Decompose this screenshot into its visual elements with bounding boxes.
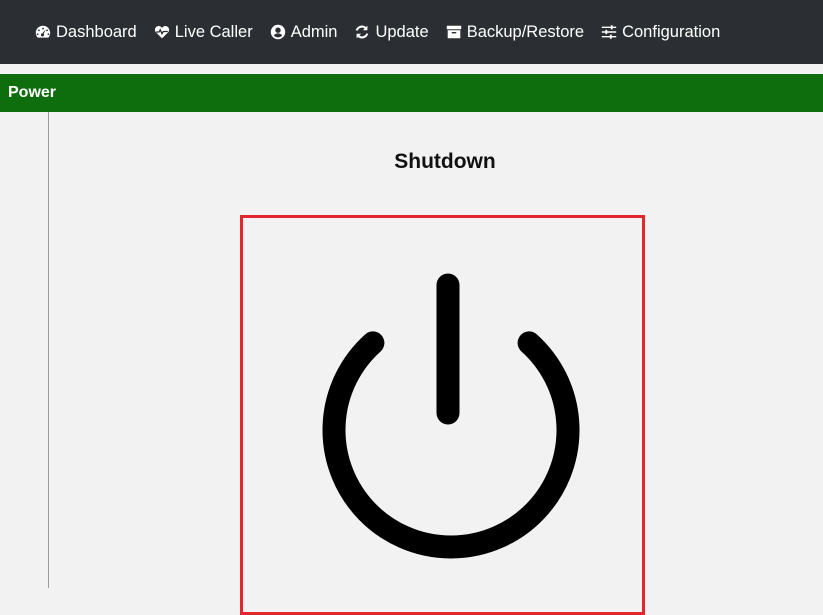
nav-dashboard-label: Dashboard bbox=[56, 22, 137, 41]
nav-admin-label: Admin bbox=[290, 22, 338, 41]
nav-configuration-label: Configuration bbox=[622, 22, 721, 41]
nav-update-label: Update bbox=[375, 22, 429, 41]
refresh-icon bbox=[356, 25, 369, 39]
panel-body: Shutdown bbox=[0, 112, 823, 615]
vertical-divider bbox=[48, 112, 49, 588]
navbar-spacer bbox=[0, 64, 823, 74]
panel-title: Power bbox=[8, 84, 57, 101]
top-navbar: Dashboard Live Caller Admin Update Backu… bbox=[0, 0, 823, 64]
nav-backup-restore[interactable]: Backup/Restore bbox=[445, 23, 584, 42]
nav-live-caller-label: Live Caller bbox=[174, 22, 253, 41]
nav-update[interactable]: Update bbox=[353, 22, 429, 42]
user-circle-icon bbox=[270, 24, 285, 40]
nav-admin[interactable]: Admin bbox=[269, 22, 338, 42]
power-icon bbox=[322, 273, 580, 559]
nav-configuration[interactable]: Configuration bbox=[600, 23, 720, 42]
panel-header: Power bbox=[0, 74, 823, 112]
nav-backup-restore-label: Backup/Restore bbox=[466, 22, 585, 41]
shutdown-title: Shutdown bbox=[394, 150, 496, 173]
archive-icon bbox=[446, 25, 461, 39]
sliders-icon bbox=[601, 25, 617, 39]
heartbeat-icon bbox=[153, 24, 171, 41]
dashboard-icon bbox=[35, 25, 51, 38]
nav-dashboard[interactable]: Dashboard bbox=[34, 23, 137, 42]
nav-live-caller[interactable]: Live Caller bbox=[153, 23, 253, 42]
shutdown-button[interactable] bbox=[240, 215, 645, 615]
